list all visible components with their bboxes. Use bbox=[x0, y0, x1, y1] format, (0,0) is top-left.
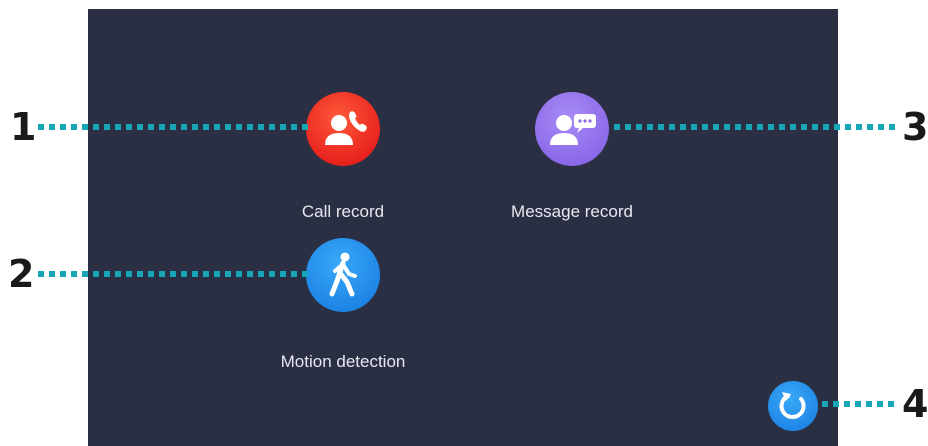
call-record-button[interactable]: Call record bbox=[243, 92, 443, 222]
page: Call record Message record Motion detect… bbox=[0, 0, 928, 446]
message-record-button[interactable]: Message record bbox=[472, 92, 672, 222]
message-record-icon bbox=[535, 92, 609, 166]
device-screen: Call record Message record Motion detect… bbox=[88, 9, 838, 446]
call-record-label: Call record bbox=[301, 202, 385, 221]
callout-line-2 bbox=[38, 271, 313, 277]
callout-line-3 bbox=[614, 124, 896, 130]
callout-line-4 bbox=[822, 401, 896, 407]
motion-detection-button[interactable]: Motion detection bbox=[243, 238, 443, 372]
motion-detection-label: Motion detection bbox=[280, 352, 406, 371]
callout-number-1: 1 bbox=[10, 105, 37, 149]
refresh-button[interactable] bbox=[768, 381, 818, 431]
message-record-label: Message record bbox=[511, 202, 633, 221]
callout-number-2: 2 bbox=[8, 252, 35, 296]
callout-line-1 bbox=[38, 124, 313, 130]
call-record-icon bbox=[306, 92, 380, 166]
motion-detection-icon bbox=[306, 238, 380, 312]
callout-number-4: 4 bbox=[902, 382, 928, 426]
callout-number-3: 3 bbox=[902, 105, 928, 149]
refresh-icon bbox=[779, 392, 806, 420]
